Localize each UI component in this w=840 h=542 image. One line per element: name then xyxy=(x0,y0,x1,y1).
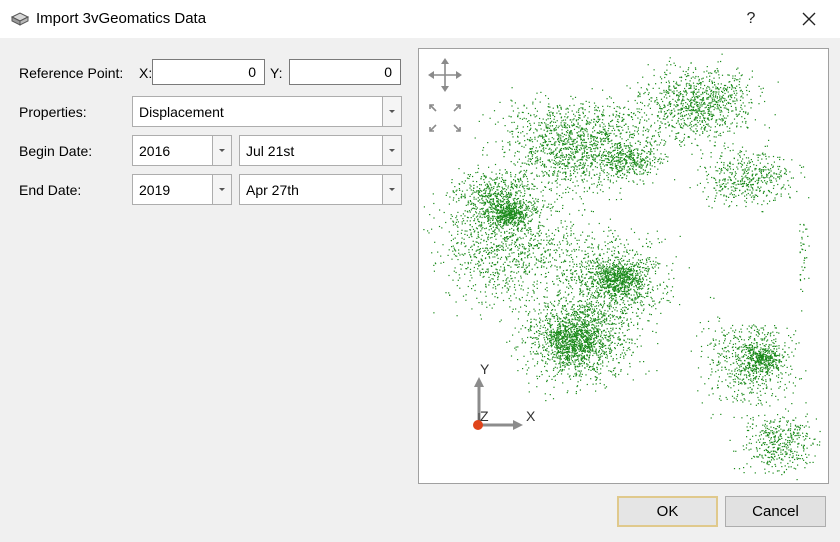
chevron-down-icon[interactable] xyxy=(212,136,231,165)
end-date-label: End Date: xyxy=(19,182,82,198)
x-label: X: xyxy=(139,65,153,81)
move-icon[interactable] xyxy=(428,58,462,92)
begin-date-label: Begin Date: xyxy=(19,143,93,159)
app-icon xyxy=(10,12,30,26)
end-year-value: 2019 xyxy=(139,182,171,198)
properties-value: Displacement xyxy=(139,104,224,120)
reference-point-label: Reference Point: xyxy=(19,65,124,81)
help-button[interactable]: ? xyxy=(734,4,768,34)
begin-day-value: Jul 21st xyxy=(246,143,295,159)
axis-x-label: X xyxy=(526,408,536,424)
y-label: Y: xyxy=(270,65,283,81)
chevron-down-icon[interactable] xyxy=(382,175,401,204)
window-title: Import 3vGeomatics Data xyxy=(36,10,207,27)
chevron-down-icon[interactable] xyxy=(382,97,401,126)
chevron-down-icon[interactable] xyxy=(382,136,401,165)
axis-y-label: Y xyxy=(480,361,490,377)
ok-button[interactable]: OK xyxy=(617,496,718,527)
x-input[interactable]: 0 xyxy=(152,59,265,85)
begin-day-dropdown[interactable]: Jul 21st xyxy=(239,135,402,166)
chevron-down-icon[interactable] xyxy=(212,175,231,204)
y-input[interactable]: 0 xyxy=(289,59,401,85)
axis-gizmo: Y Z X xyxy=(473,361,536,430)
properties-dropdown[interactable]: Displacement xyxy=(132,96,402,127)
end-day-value: Apr 27th xyxy=(246,182,299,198)
end-year-dropdown[interactable]: 2019 xyxy=(132,174,232,205)
axis-z-label: Z xyxy=(480,408,489,424)
cancel-button[interactable]: Cancel xyxy=(725,496,826,527)
begin-year-value: 2016 xyxy=(139,143,171,159)
point-cloud-viewport[interactable]: Y Z X xyxy=(418,48,829,484)
end-day-dropdown[interactable]: Apr 27th xyxy=(239,174,402,205)
close-button[interactable] xyxy=(786,4,832,34)
fit-view-icon[interactable] xyxy=(429,104,461,132)
close-icon xyxy=(802,12,816,26)
title-bar: Import 3vGeomatics Data ? xyxy=(0,0,840,38)
point-cloud-canvas[interactable]: Y Z X xyxy=(419,49,829,484)
properties-label: Properties: xyxy=(19,104,87,120)
begin-year-dropdown[interactable]: 2016 xyxy=(132,135,232,166)
